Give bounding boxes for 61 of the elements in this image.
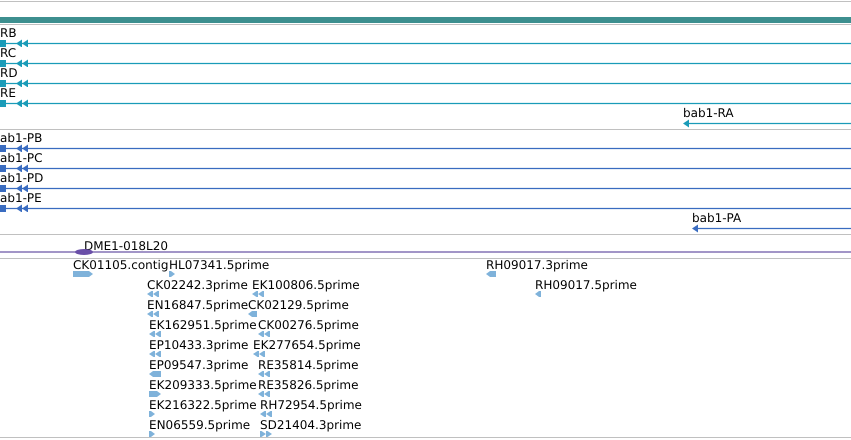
gene-label: RD <box>0 66 18 80</box>
est-feature-drawing[interactable] <box>260 411 273 417</box>
est-feature-drawing[interactable] <box>169 271 175 277</box>
est-feature-drawing[interactable] <box>149 371 161 377</box>
est-feature-drawing[interactable] <box>535 291 541 297</box>
gene-model-drawing[interactable] <box>0 183 851 192</box>
est-label: CK00276.5prime <box>258 318 359 332</box>
est-label: RE35814.5prime <box>258 358 358 372</box>
gene-label: RC <box>0 46 16 60</box>
est-feature-drawing[interactable] <box>248 311 257 317</box>
est-label: RH72954.5prime <box>260 398 362 412</box>
est-label: EK277654.5prime <box>253 338 361 352</box>
est-feature-drawing[interactable] <box>258 391 271 397</box>
est-feature-drawing[interactable] <box>252 291 265 297</box>
est-label: RH09017.5prime <box>535 278 637 292</box>
est-label: EK162951.5prime <box>149 318 257 332</box>
gene-label: bab1-PA <box>692 211 742 225</box>
est-feature-drawing[interactable] <box>258 331 271 337</box>
est-feature-drawing[interactable] <box>149 411 155 417</box>
est-feature-drawing[interactable] <box>147 311 160 317</box>
est-label: EP10433.3prime <box>149 338 248 352</box>
gene-model-drawing[interactable] <box>683 119 851 128</box>
est-label: EK100806.5prime <box>252 278 360 292</box>
gene-label: ab1-PB <box>0 131 42 145</box>
est-label: RE35826.5prime <box>258 378 358 392</box>
gene-label: ab1-PD <box>0 171 44 185</box>
est-feature-drawing[interactable] <box>149 391 161 397</box>
est-label: CK02242.3prime <box>147 278 248 292</box>
gene-label: ab1-PE <box>0 191 42 205</box>
gene-model-drawing[interactable] <box>0 58 851 67</box>
est-label: EP09547.3prime <box>149 358 248 372</box>
est-label: EN06559.5prime <box>149 418 250 432</box>
gene-model-drawing[interactable] <box>0 203 851 212</box>
gene-label: RB <box>0 26 17 40</box>
est-label: HL07341.5prime <box>169 258 270 272</box>
est-feature-drawing[interactable] <box>73 271 93 277</box>
gene-model-drawing[interactable] <box>0 163 851 172</box>
est-label: EK209333.5prime <box>149 378 257 392</box>
est-feature-drawing[interactable] <box>149 331 162 337</box>
gene-label: RE <box>0 86 16 100</box>
gene-model-drawing[interactable] <box>692 224 851 233</box>
est-label: EN16847.5prime <box>147 298 248 312</box>
gene-model-drawing[interactable] <box>0 78 851 87</box>
est-label: EK216322.5prime <box>149 398 257 412</box>
est-label: CK02129.5prime <box>248 298 349 312</box>
est-label: RH09017.3prime <box>486 258 588 272</box>
gene-label: bab1-RA <box>683 106 734 120</box>
est-label: CK01105.contig <box>73 258 168 272</box>
gene-model-drawing[interactable] <box>0 143 851 152</box>
est-feature-drawing[interactable] <box>253 351 266 357</box>
est-feature-drawing[interactable] <box>147 291 160 297</box>
gene-label: ab1-PC <box>0 151 43 165</box>
est-feature-drawing[interactable] <box>258 371 271 377</box>
est-feature-drawing[interactable] <box>260 431 273 437</box>
est-feature-drawing[interactable] <box>149 351 162 357</box>
est-feature-drawing[interactable] <box>486 271 496 277</box>
clone-label: DME1-018L20 <box>84 239 168 253</box>
gene-model-drawing[interactable] <box>0 98 851 107</box>
est-label: SD21404.3prime <box>260 418 362 432</box>
gene-model-drawing[interactable] <box>0 38 851 47</box>
clone-drawing[interactable] <box>0 249 851 255</box>
